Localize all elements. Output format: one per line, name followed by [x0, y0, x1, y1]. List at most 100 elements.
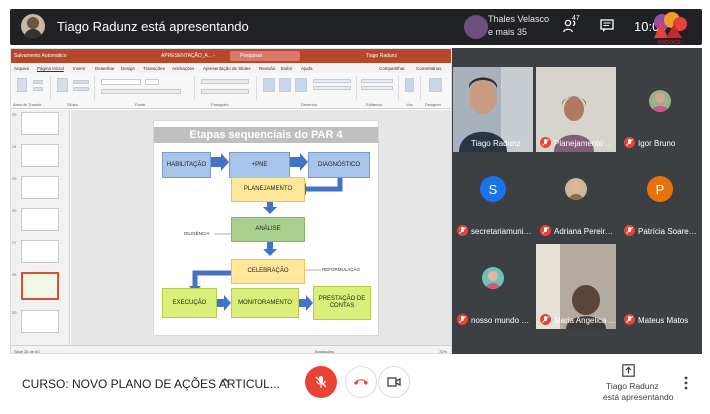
participant-tile[interactable]: Mateus Matos — [620, 244, 700, 329]
reset-icon[interactable] — [73, 87, 89, 91]
presenter-bar: Tiago Radunz está apresentando Thales Ve… — [10, 9, 702, 45]
tab-arquivo[interactable]: Arquivo — [14, 66, 29, 71]
chat-icon[interactable] — [600, 19, 614, 33]
ppt-search-box[interactable]: Pesquisar — [230, 51, 300, 61]
paste-icon[interactable] — [17, 78, 27, 92]
others-more: e mais 35 — [488, 27, 528, 37]
shapes-icon[interactable] — [263, 78, 275, 92]
people-count: 47 — [572, 15, 580, 22]
mic-off-icon — [540, 314, 551, 325]
box-celebracao: CELEBRAÇÃO — [231, 259, 305, 284]
label-diligencia: DILIGÊNCIA — [184, 231, 210, 236]
present-screen-icon[interactable] — [622, 364, 635, 377]
font-select[interactable] — [101, 79, 141, 85]
font-format-row[interactable] — [101, 89, 181, 94]
thumb-number: 29 — [12, 310, 17, 315]
designer-group — [421, 76, 451, 100]
thumbnail-25[interactable] — [21, 176, 59, 199]
tab-animacoes[interactable]: Animações — [172, 66, 194, 71]
slides-group — [51, 76, 95, 100]
group-label-voice: Voz — [406, 102, 413, 107]
new-slide-icon[interactable] — [57, 78, 68, 92]
tab-inserir[interactable]: Inserir — [73, 66, 86, 71]
ppt-statusbar: Slide 28 de 60 Anotações 72% — [11, 345, 451, 353]
participant-tile[interactable]: Maria Angelica ... — [536, 244, 616, 329]
avatar-initial: P — [655, 181, 665, 197]
group-label-editing: Editando — [366, 102, 382, 107]
font-group — [95, 76, 195, 100]
slide-canvas[interactable]: Etapas sequenciais do PAR 4 HABILITAÇÃO — [154, 121, 378, 335]
tab-apresentacao[interactable]: Apresentação de Slides — [203, 66, 251, 71]
find-row[interactable] — [361, 79, 393, 83]
thumbnail-28[interactable] — [21, 272, 59, 300]
meet-window: Tiago Radunz está apresentando Thales Ve… — [0, 0, 710, 414]
group-label-drawing: Desenho — [301, 102, 318, 107]
tab-desenhar[interactable]: Desenhar — [95, 66, 115, 71]
align-row[interactable] — [201, 89, 249, 94]
outline-row[interactable] — [313, 86, 351, 90]
presenter-name: Tiago Radunz — [606, 381, 659, 391]
tab-pagina-inicial[interactable]: Página Inicial — [37, 66, 64, 71]
participant-name: Adriana Pereira ... — [554, 227, 616, 236]
thumbnail-24[interactable] — [21, 144, 59, 167]
participant-tile[interactable]: P Patrícia Soares ... — [620, 155, 700, 240]
others-name: Thales Velasco — [488, 14, 550, 24]
ppt-titlebar: Salvamento Automático APRESENTAÇÃO_A... … — [11, 49, 451, 63]
layout-icon[interactable] — [73, 80, 89, 84]
copy-icon[interactable] — [33, 87, 43, 91]
chevron-up-icon[interactable] — [220, 376, 230, 386]
dictate-icon[interactable] — [405, 78, 414, 92]
tab-exibir[interactable]: Exibir — [281, 66, 292, 71]
drawing-group — [257, 76, 357, 100]
tab-design[interactable]: Design — [121, 66, 135, 71]
participant-tile[interactable]: ••• Tiago Radunz — [453, 67, 533, 152]
designer-icon[interactable] — [429, 78, 442, 92]
participant-name: Planejamento E... — [554, 139, 616, 148]
camera-icon — [387, 377, 401, 387]
thumbnail-27[interactable] — [21, 240, 59, 263]
participant-tile[interactable]: S secretariamunic... — [453, 155, 533, 240]
participant-name: Tiago Radunz — [471, 139, 521, 148]
comments-button[interactable]: Comentários — [416, 66, 442, 71]
tab-revisao[interactable]: Revisão — [259, 66, 275, 71]
list-row[interactable] — [201, 79, 249, 84]
participant-tile[interactable]: nosso mundo M... — [453, 244, 533, 329]
quick-styles-icon[interactable] — [295, 78, 307, 92]
mic-toggle-button[interactable] — [305, 366, 337, 398]
cut-icon[interactable] — [33, 80, 43, 84]
thumbnail-29[interactable] — [21, 310, 59, 333]
presenting-text: Tiago Radunz está apresentando — [57, 19, 249, 34]
shared-screen: Salvamento Automático APRESENTAÇÃO_A... … — [10, 48, 452, 354]
fill-row[interactable] — [313, 79, 351, 83]
paragraph-group — [195, 76, 257, 100]
box-prestacao-contas: PRESTAÇÃO DE CONTAS — [313, 286, 371, 320]
box-habilitacao: HABILITAÇÃO — [162, 152, 211, 178]
svg-text:ARDOCE: ARDOCE — [657, 40, 681, 46]
participant-name: Maria Angelica ... — [554, 316, 616, 325]
hang-up-button[interactable] — [345, 366, 377, 398]
participant-name: nosso mundo M... — [471, 316, 533, 325]
thumb-number: 26 — [12, 208, 17, 213]
group-label-paragraph: Parágrafo — [211, 102, 229, 107]
mic-off-icon — [624, 314, 635, 325]
thumbnail-23[interactable] — [21, 112, 59, 135]
replace-row[interactable] — [361, 86, 393, 90]
box-monitoramento: MONITORAMENTO — [231, 288, 299, 318]
participant-tile[interactable]: Planejamento E... — [536, 67, 616, 152]
share-button[interactable]: Compartilhar — [379, 66, 405, 71]
arrange-icon[interactable] — [279, 78, 291, 92]
mic-off-icon — [540, 225, 551, 236]
participant-tile[interactable]: Igor Bruno — [620, 67, 700, 152]
participant-tile[interactable]: Adriana Pereira ... — [536, 155, 616, 240]
thumbnail-26[interactable] — [21, 208, 59, 231]
box-pne: +PNE — [229, 152, 290, 178]
camera-toggle-button[interactable] — [378, 366, 410, 398]
more-options-icon[interactable] — [684, 376, 688, 390]
thumb-number: 28 — [12, 272, 17, 277]
tab-ajuda[interactable]: Ajuda — [301, 66, 313, 71]
participant-name: Mateus Matos — [638, 316, 689, 325]
tab-transicoes[interactable]: Transições — [143, 66, 165, 71]
font-size-select[interactable] — [145, 79, 159, 85]
meeting-title[interactable]: CURSO: NOVO PLANO DE AÇÕES ARTICUL... — [22, 377, 280, 391]
avatar — [565, 178, 587, 200]
